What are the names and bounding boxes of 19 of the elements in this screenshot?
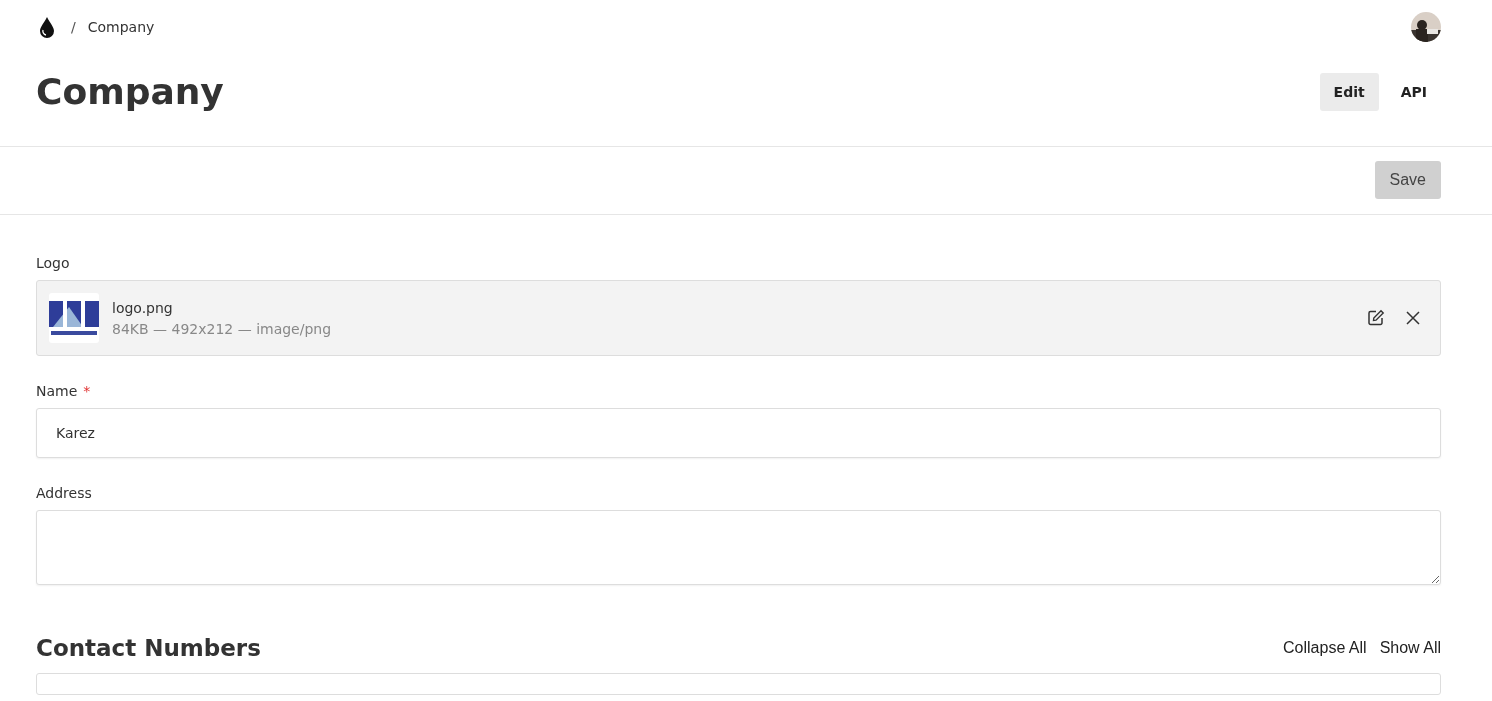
user-avatar[interactable]: [1411, 12, 1441, 42]
breadcrumb-separator: /: [71, 19, 76, 35]
drop-logo-icon[interactable]: [39, 16, 55, 38]
file-info: 84KB — 492x212 — image/png: [112, 320, 332, 337]
field-label: Name: [36, 383, 78, 399]
field-label: Address: [36, 485, 92, 501]
tab[interactable]: Edit: [1319, 73, 1379, 111]
breadcrumb-item[interactable]: Company: [87, 19, 155, 35]
section-action-link[interactable]: Show All: [1379, 639, 1441, 657]
section-title: Contact Numbers: [36, 635, 262, 661]
page-title: Company: [36, 70, 225, 114]
section-action-link[interactable]: Collapse All: [1283, 639, 1367, 657]
close-icon[interactable]: [1406, 311, 1420, 325]
file-name: logo.png: [112, 299, 173, 316]
tab[interactable]: API: [1386, 73, 1441, 111]
edit-icon[interactable]: [1367, 309, 1385, 327]
input-field[interactable]: Karez: [36, 408, 1441, 458]
field-label: Logo: [36, 255, 70, 271]
required-mark: *: [83, 383, 91, 399]
